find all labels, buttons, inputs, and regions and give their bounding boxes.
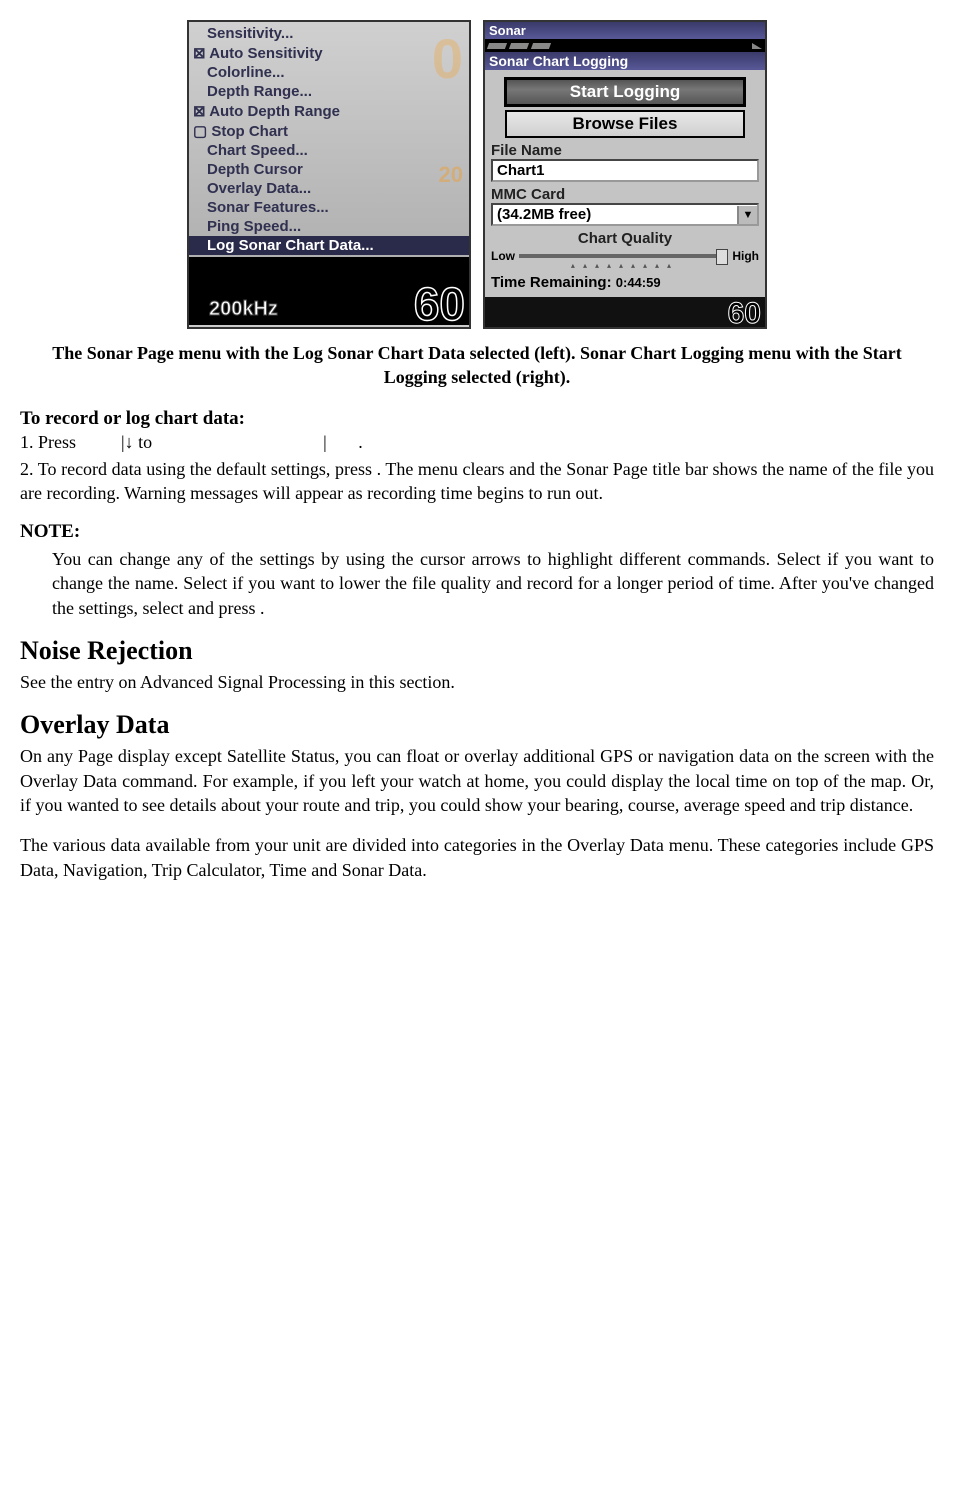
start-logging-button[interactable]: Start Logging [505, 78, 745, 106]
sonar-footer: 200kHz 60 [189, 257, 469, 325]
chevron-down-icon[interactable]: ▼ [737, 206, 757, 224]
menu-colorline[interactable]: Colorline... [189, 63, 469, 82]
sonar-page-menu-screenshot: 0 20 Sensitivity... Auto Sensitivity Col… [187, 20, 471, 329]
menu-depth-cursor[interactable]: Depth Cursor [189, 160, 469, 179]
noise-rejection-body: See the entry on Advanced Signal Process… [20, 670, 934, 694]
menu-stop-chart[interactable]: Stop Chart [189, 121, 469, 141]
menu-overlay-data[interactable]: Overlay Data... [189, 179, 469, 198]
figure-caption: The Sonar Page menu with the Log Sonar C… [20, 341, 934, 390]
sonar-top-bar [485, 39, 765, 53]
menu-log-sonar-chart-data[interactable]: Log Sonar Chart Data... [189, 236, 469, 255]
step-2: 2. To record data using the default sett… [20, 457, 934, 506]
step1-part-c: | [323, 432, 327, 452]
time-remaining-label: Time Remaining: [491, 274, 612, 291]
step1-part-b: |↓ to [121, 432, 157, 452]
file-name-input[interactable]: Chart1 [491, 159, 759, 182]
window-title: Sonar [485, 22, 765, 39]
note-heading: NOTE: [20, 521, 934, 543]
chart-quality-label: Chart Quality [491, 230, 759, 247]
depth-0-overlay: 0 [432, 26, 463, 91]
menu-sensitivity[interactable]: Sensitivity... [189, 24, 469, 43]
menu-sonar-features[interactable]: Sonar Features... [189, 198, 469, 217]
slider-high-label: High [732, 249, 759, 263]
depth-reading: 60 [414, 277, 465, 331]
record-heading: To record or log chart data: [20, 408, 934, 430]
noise-rejection-heading: Noise Rejection [20, 636, 934, 666]
step1-part-d: . [358, 432, 363, 452]
note-body: You can change any of the settings by us… [20, 547, 934, 620]
right-footer: 60 [485, 297, 765, 327]
menu-auto-depth-range[interactable]: Auto Depth Range [189, 101, 469, 121]
menu-ping-speed[interactable]: Ping Speed... [189, 217, 469, 236]
step1-part-a: 1. Press [20, 432, 81, 452]
screenshot-row: 0 20 Sensitivity... Auto Sensitivity Col… [20, 20, 934, 329]
menu-chart-speed[interactable]: Chart Speed... [189, 141, 469, 160]
menu-depth-range[interactable]: Depth Range... [189, 82, 469, 101]
slider-thumb[interactable] [716, 249, 728, 265]
overlay-data-p1: On any Page display except Satellite Sta… [20, 744, 934, 817]
mmc-card-value: (34.2MB free) [493, 205, 737, 224]
step-1: 1. Press |↓ to | . [20, 432, 934, 453]
frequency-label: 200kHz [209, 298, 278, 321]
depth-20-overlay: 20 [439, 162, 463, 188]
browse-files-button[interactable]: Browse Files [505, 110, 745, 138]
overlay-data-p2: The various data available from your uni… [20, 833, 934, 882]
file-name-label: File Name [491, 142, 759, 159]
dialog-title: Sonar Chart Logging [485, 52, 765, 70]
mmc-card-label: MMC Card [491, 186, 759, 203]
time-remaining-row: Time Remaining: 0:44:59 [491, 274, 759, 291]
overlay-data-heading: Overlay Data [20, 710, 934, 740]
mmc-card-select[interactable]: (34.2MB free) ▼ [491, 203, 759, 226]
slider-low-label: Low [491, 249, 515, 263]
menu-auto-sensitivity[interactable]: Auto Sensitivity [189, 43, 469, 63]
time-remaining-value: 0:44:59 [616, 275, 661, 290]
sonar-chart-logging-screenshot: Sonar Sonar Chart Logging Start Logging … [483, 20, 767, 329]
depth-reading-right: 60 [728, 297, 761, 331]
